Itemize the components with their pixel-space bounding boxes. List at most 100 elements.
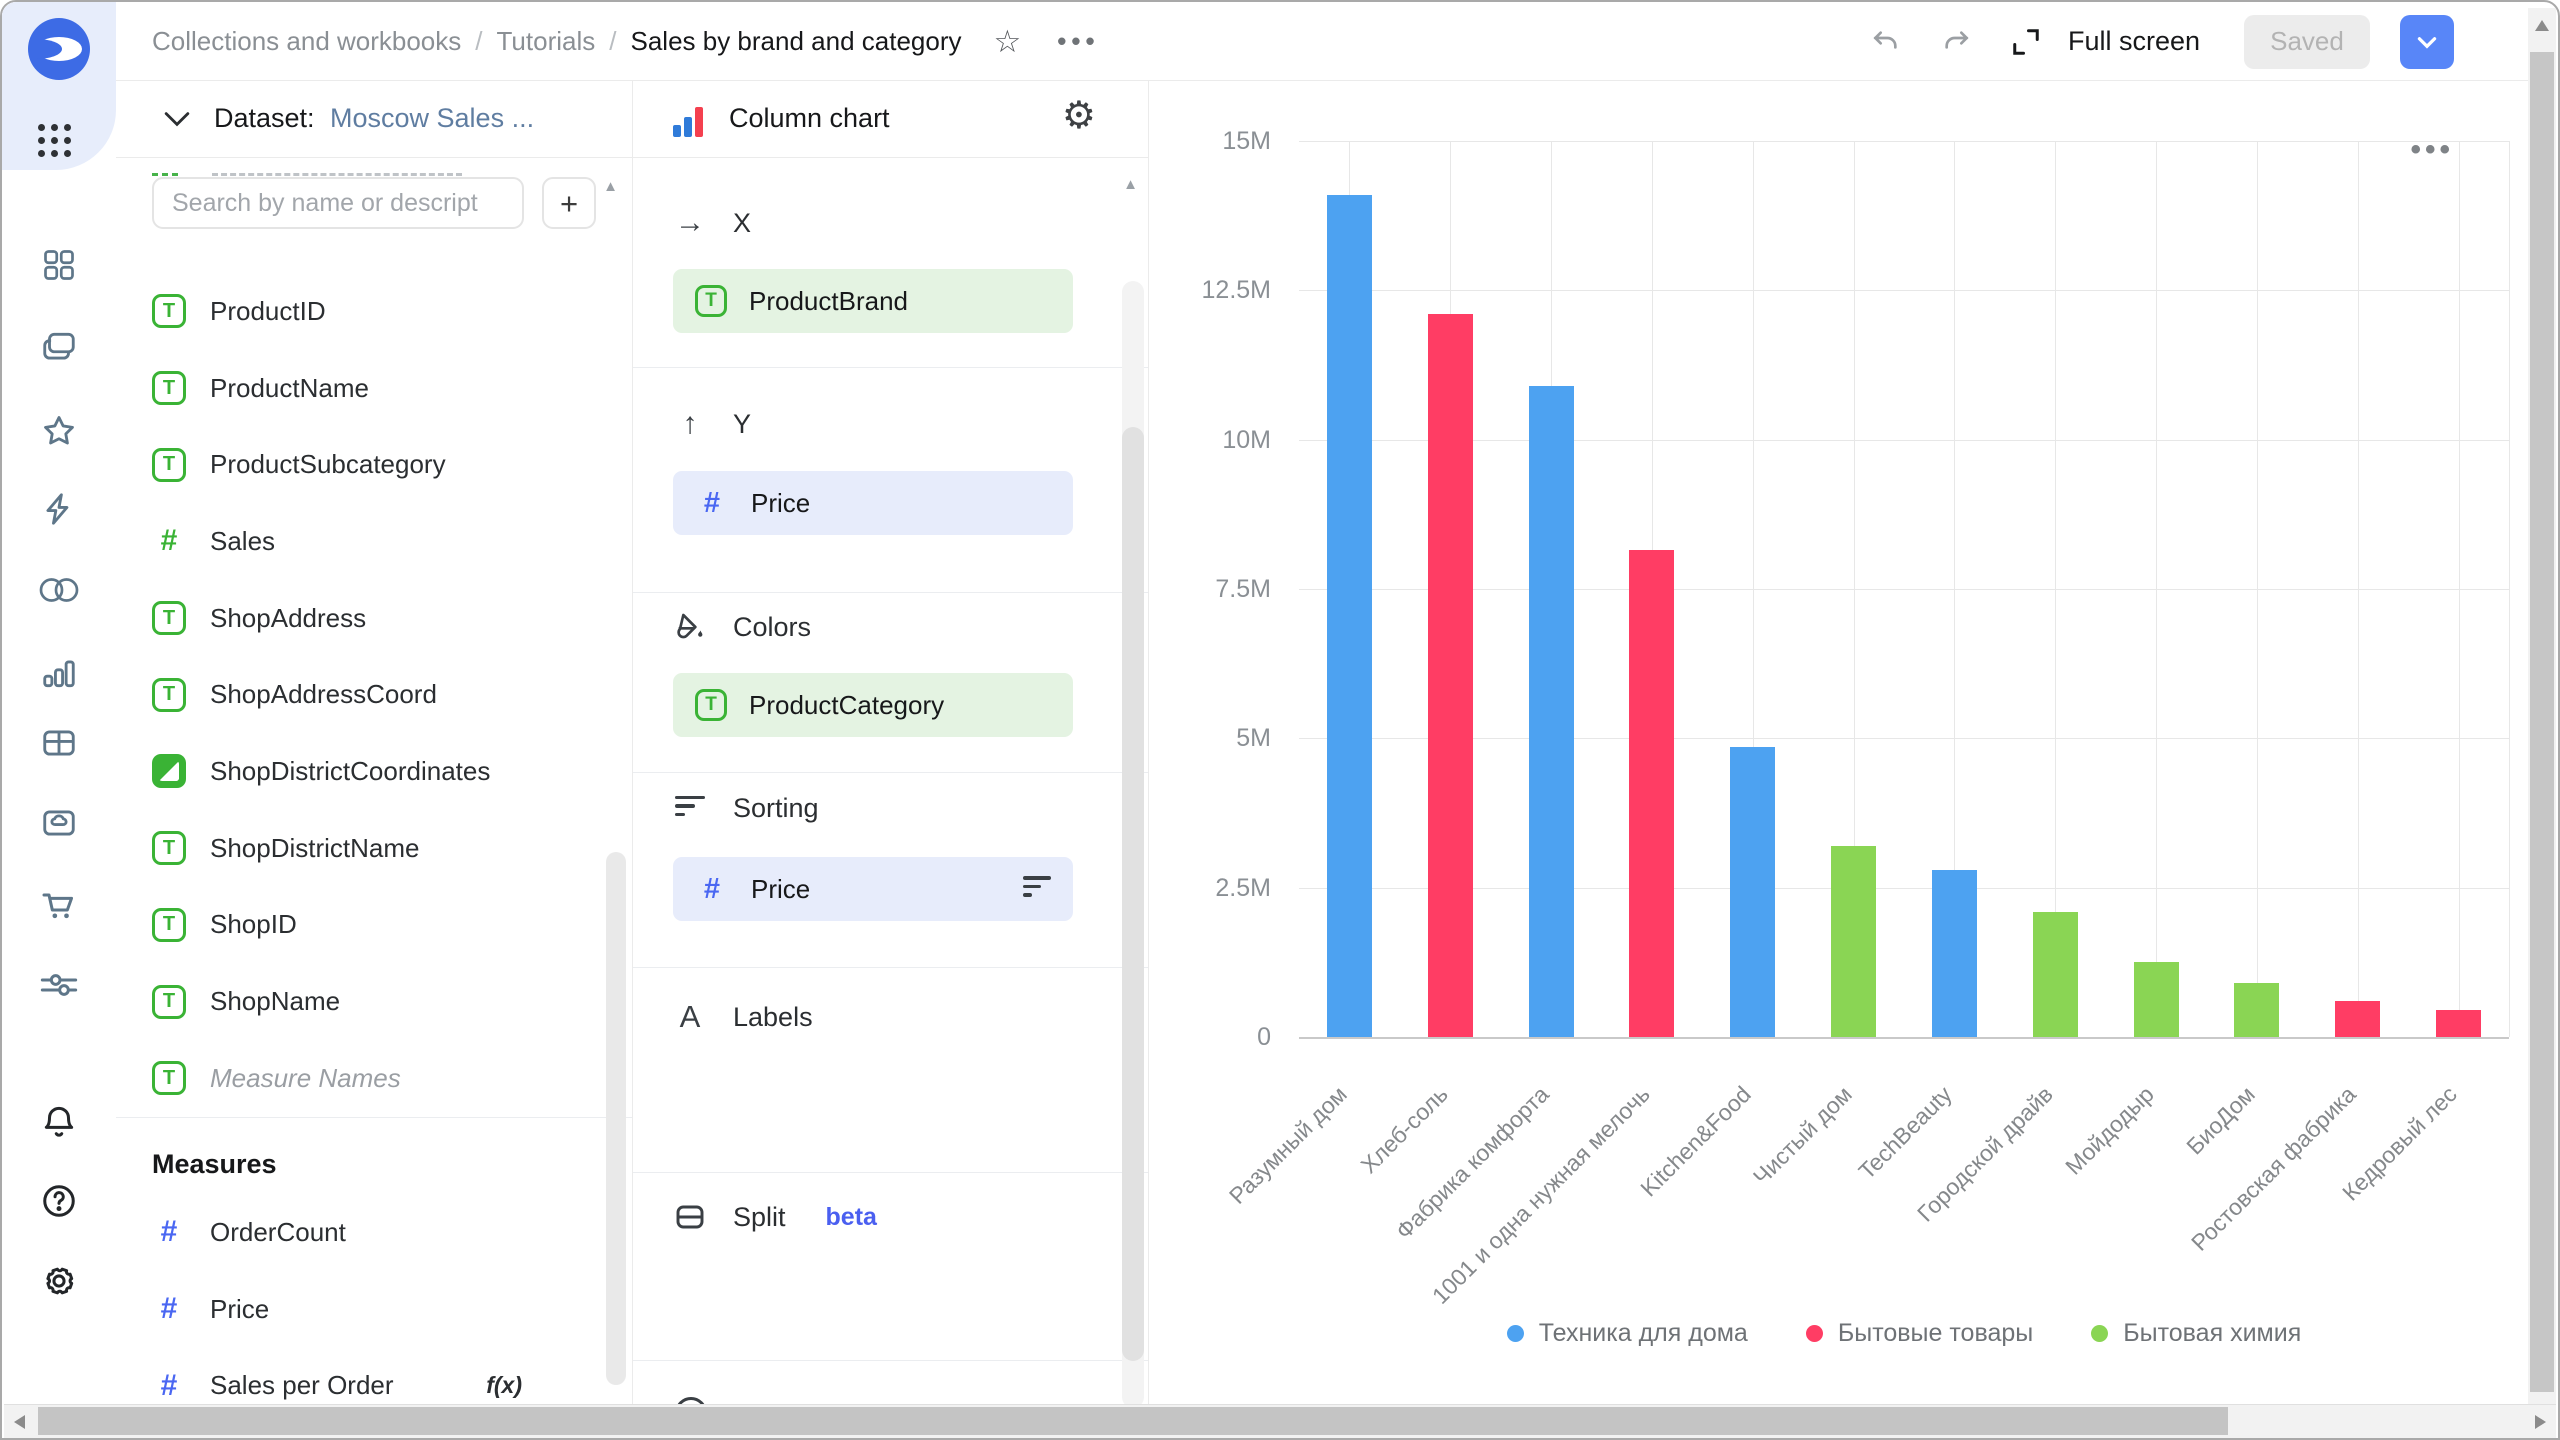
field-name: Sales [210, 526, 275, 557]
breadcrumb-tutorials[interactable]: Tutorials [497, 26, 596, 57]
sidebar-item-charts[interactable] [2, 638, 116, 708]
help-icon[interactable] [2, 1166, 116, 1236]
sidebar-item-connections[interactable] [2, 474, 116, 544]
sidebar-item-datasets[interactable] [2, 555, 116, 625]
legend-item[interactable]: Техника для дома [1507, 1319, 1748, 1348]
fullscreen-label[interactable]: Full screen [2068, 26, 2200, 57]
horizontal-scrollbar[interactable] [4, 1404, 2556, 1438]
config-scrollbar-thumb[interactable] [1122, 427, 1144, 1361]
favorite-star-icon[interactable]: ☆ [993, 24, 1021, 60]
sorting-field-name: Price [751, 874, 810, 905]
bar-1001 и одна нужная мелочь[interactable] [1629, 550, 1674, 1037]
lightning-icon [40, 490, 78, 528]
vertical-scrollbar[interactable] [2528, 8, 2556, 1408]
chevron-down-icon [2414, 29, 2440, 55]
scroll-left-arrow-icon[interactable] [14, 1415, 25, 1429]
sidebar-item-dashboards[interactable] [2, 230, 116, 300]
bar-Кедровый лес[interactable] [2436, 1010, 2481, 1037]
dataset-field[interactable]: ShopDistrictCoordinates [116, 733, 632, 810]
split-icon [673, 1201, 707, 1233]
scroll-up-arrow-icon[interactable]: ▲ [603, 178, 618, 195]
dataset-scrollbar[interactable] [606, 852, 626, 1385]
bar-Ростовская фабрика[interactable] [2335, 1001, 2380, 1037]
column-chart-icon [673, 105, 709, 137]
gridline [2055, 141, 2056, 1037]
scroll-up-arrow-icon[interactable] [2535, 20, 2549, 31]
section-sorting-label: Sorting [733, 793, 819, 824]
bar-Мойдодыр[interactable] [2134, 962, 2179, 1037]
breadcrumb-collections[interactable]: Collections and workbooks [152, 26, 461, 57]
horizontal-scrollbar-thumb[interactable] [38, 1407, 2228, 1435]
divider [633, 1172, 1148, 1173]
scroll-up-arrow-icon[interactable]: ▲ [1123, 176, 1138, 193]
collapse-chevron-icon[interactable] [164, 111, 190, 132]
datalens-logo[interactable] [28, 18, 90, 80]
dataset-field[interactable]: TMeasure Names [116, 1040, 632, 1117]
colors-field-pill[interactable]: T ProductCategory [673, 673, 1073, 737]
all-services-icon[interactable] [38, 124, 71, 157]
save-dropdown-button[interactable] [2400, 15, 2454, 69]
dataset-field[interactable]: #OrderCount [116, 1194, 632, 1271]
dataset-field[interactable]: TShopName [116, 963, 632, 1040]
bar-БиоДом[interactable] [2234, 983, 2279, 1037]
bar-Фабрика комфорта[interactable] [1529, 386, 1574, 1037]
legend-item[interactable]: Бытовые товары [1806, 1319, 2033, 1348]
sorting-field-pill[interactable]: # Price [673, 857, 1073, 921]
y-tick-label: 10M [1175, 426, 1271, 455]
paint-bucket-icon [673, 611, 707, 643]
gridline [1299, 440, 2509, 441]
dataset-name-link[interactable]: Moscow Sales ... [330, 103, 534, 134]
x-field-pill[interactable]: T ProductBrand [673, 269, 1073, 333]
bar-TechBeauty[interactable] [1932, 870, 1977, 1037]
cart-icon [39, 885, 79, 925]
redo-icon[interactable] [1936, 22, 1976, 62]
saved-button[interactable]: Saved [2244, 15, 2370, 69]
notifications-bell-icon[interactable] [2, 1086, 116, 1156]
fullscreen-icon[interactable] [2006, 22, 2046, 62]
more-menu-icon[interactable]: ••• [1057, 26, 1099, 57]
breadcrumb-separator: / [609, 26, 616, 57]
dataset-field[interactable]: TShopAddress [116, 580, 632, 657]
dataset-field[interactable]: TProductSubcategory [116, 426, 632, 503]
field-name: ProductID [210, 296, 326, 327]
dataset-field[interactable]: TShopID [116, 887, 632, 964]
dataset-field[interactable]: TProductName [116, 350, 632, 427]
dataset-field[interactable]: TProductID [116, 273, 632, 350]
bar-Чистый дом[interactable] [1831, 846, 1876, 1037]
scroll-right-arrow-icon[interactable] [2535, 1415, 2546, 1429]
chart-settings-gear-icon[interactable]: ⚙ [1062, 97, 1096, 135]
beta-badge: beta [826, 1203, 877, 1232]
chart-type-label[interactable]: Column chart [729, 103, 890, 134]
field-search-input[interactable] [152, 177, 524, 229]
plot-area [1299, 141, 2509, 1037]
section-colors: Colors [673, 611, 811, 643]
legend-color-dot [1806, 1325, 1823, 1342]
sidebar-item-favorites[interactable] [2, 396, 116, 466]
sidebar-item-marketplace[interactable] [2, 870, 116, 940]
bar-Разумный дом[interactable] [1327, 195, 1372, 1037]
bar-Kitchen&Food[interactable] [1730, 747, 1775, 1037]
legend-item[interactable]: Бытовая химия [2091, 1319, 2301, 1348]
sidebar-item-collections[interactable] [2, 312, 116, 382]
bar-Хлеб-соль[interactable] [1428, 314, 1473, 1037]
sort-descending-icon[interactable] [1023, 876, 1051, 902]
sidebar-item-settings-services[interactable] [2, 950, 116, 1020]
x-field-name: ProductBrand [749, 286, 908, 317]
dataset-field[interactable]: #Sales per Orderf(x) [116, 1347, 632, 1408]
dataset-field[interactable]: #Sales [116, 503, 632, 580]
dataset-field[interactable]: TShopAddressCoord [116, 656, 632, 733]
dataset-field[interactable]: #Price [116, 1271, 632, 1348]
section-y: ↑ Y [673, 407, 751, 441]
bar-Городской драйв[interactable] [2033, 912, 2078, 1037]
page-title: Sales by brand and category [630, 26, 961, 57]
sidebar-item-files[interactable] [2, 788, 116, 858]
dataset-field[interactable]: TShopDistrictName [116, 810, 632, 887]
y-field-pill[interactable]: # Price [673, 471, 1073, 535]
settings-gear-icon[interactable] [2, 1246, 116, 1316]
chart-preview-panel: ••• 02.5M5M7.5M10M12.5M15M Разумный домХ… [1149, 81, 2532, 1408]
sidebar-item-tables[interactable] [2, 708, 116, 778]
undo-icon[interactable] [1866, 22, 1906, 62]
add-field-button[interactable]: + [542, 177, 596, 229]
vertical-scrollbar-thumb[interactable] [2530, 52, 2554, 1392]
divider [633, 772, 1148, 773]
